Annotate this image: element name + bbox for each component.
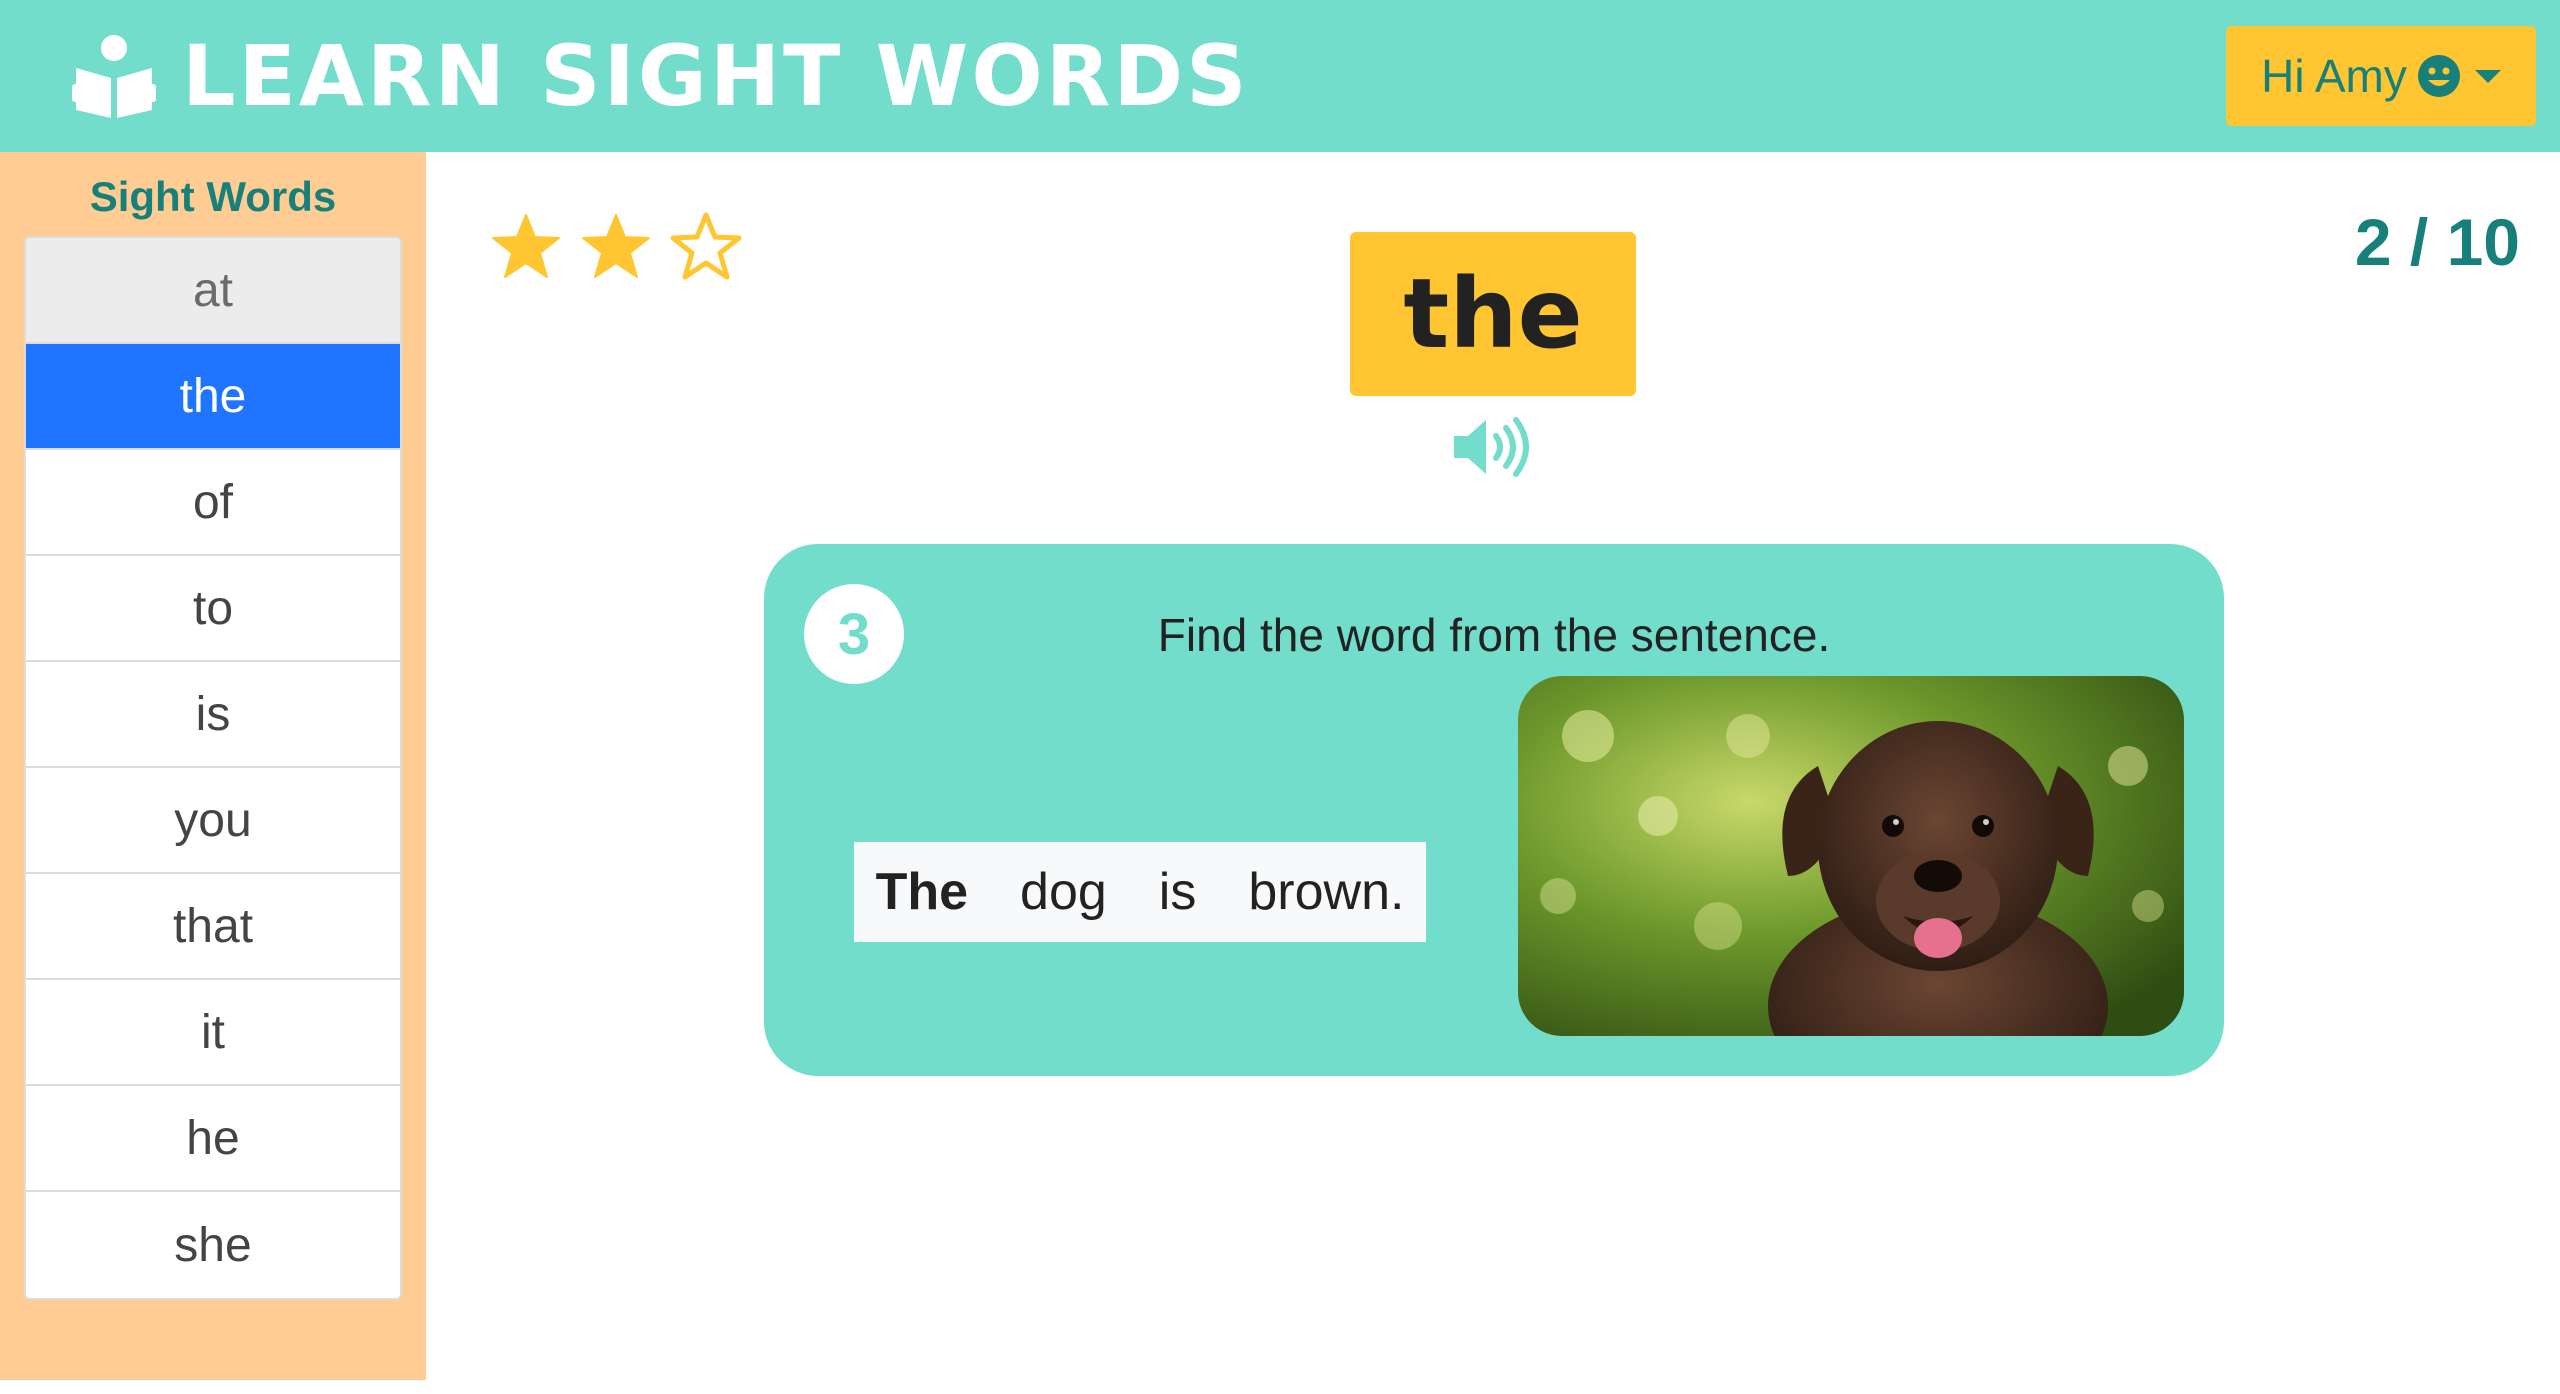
sidebar-item-he[interactable]: he (26, 1086, 400, 1192)
star-filled-icon (582, 214, 650, 278)
sentence-word[interactable]: is (1133, 842, 1223, 942)
app-header: LEARN SIGHT WORDS Hi Amy (0, 0, 2560, 152)
progress-counter: 2 / 10 (2354, 205, 2520, 279)
sentence-word[interactable]: dog (994, 842, 1133, 942)
sidebar-title: Sight Words (89, 173, 337, 220)
speaker-icon[interactable] (1452, 414, 1532, 480)
star-filled-icon (492, 214, 560, 278)
sidebar-item-she[interactable]: she (26, 1192, 400, 1298)
sidebar-item-it[interactable]: it (26, 980, 400, 1086)
user-menu-button[interactable]: Hi Amy (2226, 26, 2536, 126)
sidebar-item-that[interactable]: that (26, 874, 400, 980)
sidebar-item-at[interactable]: at (26, 238, 400, 344)
star-rating (490, 212, 742, 280)
smile-icon (2417, 55, 2460, 97)
sight-words-sidebar: Sight Words at the of to is you that it he she (0, 152, 426, 1380)
sidebar-item-to[interactable]: to (26, 556, 400, 662)
sentence-box: The dog is brown. (854, 842, 1426, 942)
app-title: LEARN SIGHT WORDS (182, 27, 1250, 125)
activity-instruction: Find the word from the sentence. (1157, 609, 1831, 661)
puppy-photo (1518, 676, 2184, 1036)
activity-card: 3 Find the word from the sentence. The do… (764, 544, 2224, 1076)
star-empty-icon (670, 212, 742, 280)
target-word-card: the (1350, 232, 1636, 396)
caret-down-icon (2474, 69, 2501, 83)
user-greeting: Hi Amy (2261, 50, 2407, 102)
sidebar-item-is[interactable]: is (26, 662, 400, 768)
sidebar-item-you[interactable]: you (26, 768, 400, 874)
reading-person-icon (72, 35, 156, 118)
sentence-word[interactable]: The (850, 842, 994, 942)
sight-word-list: at the of to is you that it he she (24, 236, 402, 1300)
sentence-word[interactable]: brown. (1222, 842, 1430, 942)
sidebar-item-of[interactable]: of (26, 450, 400, 556)
sidebar-item-the[interactable]: the (26, 344, 400, 450)
